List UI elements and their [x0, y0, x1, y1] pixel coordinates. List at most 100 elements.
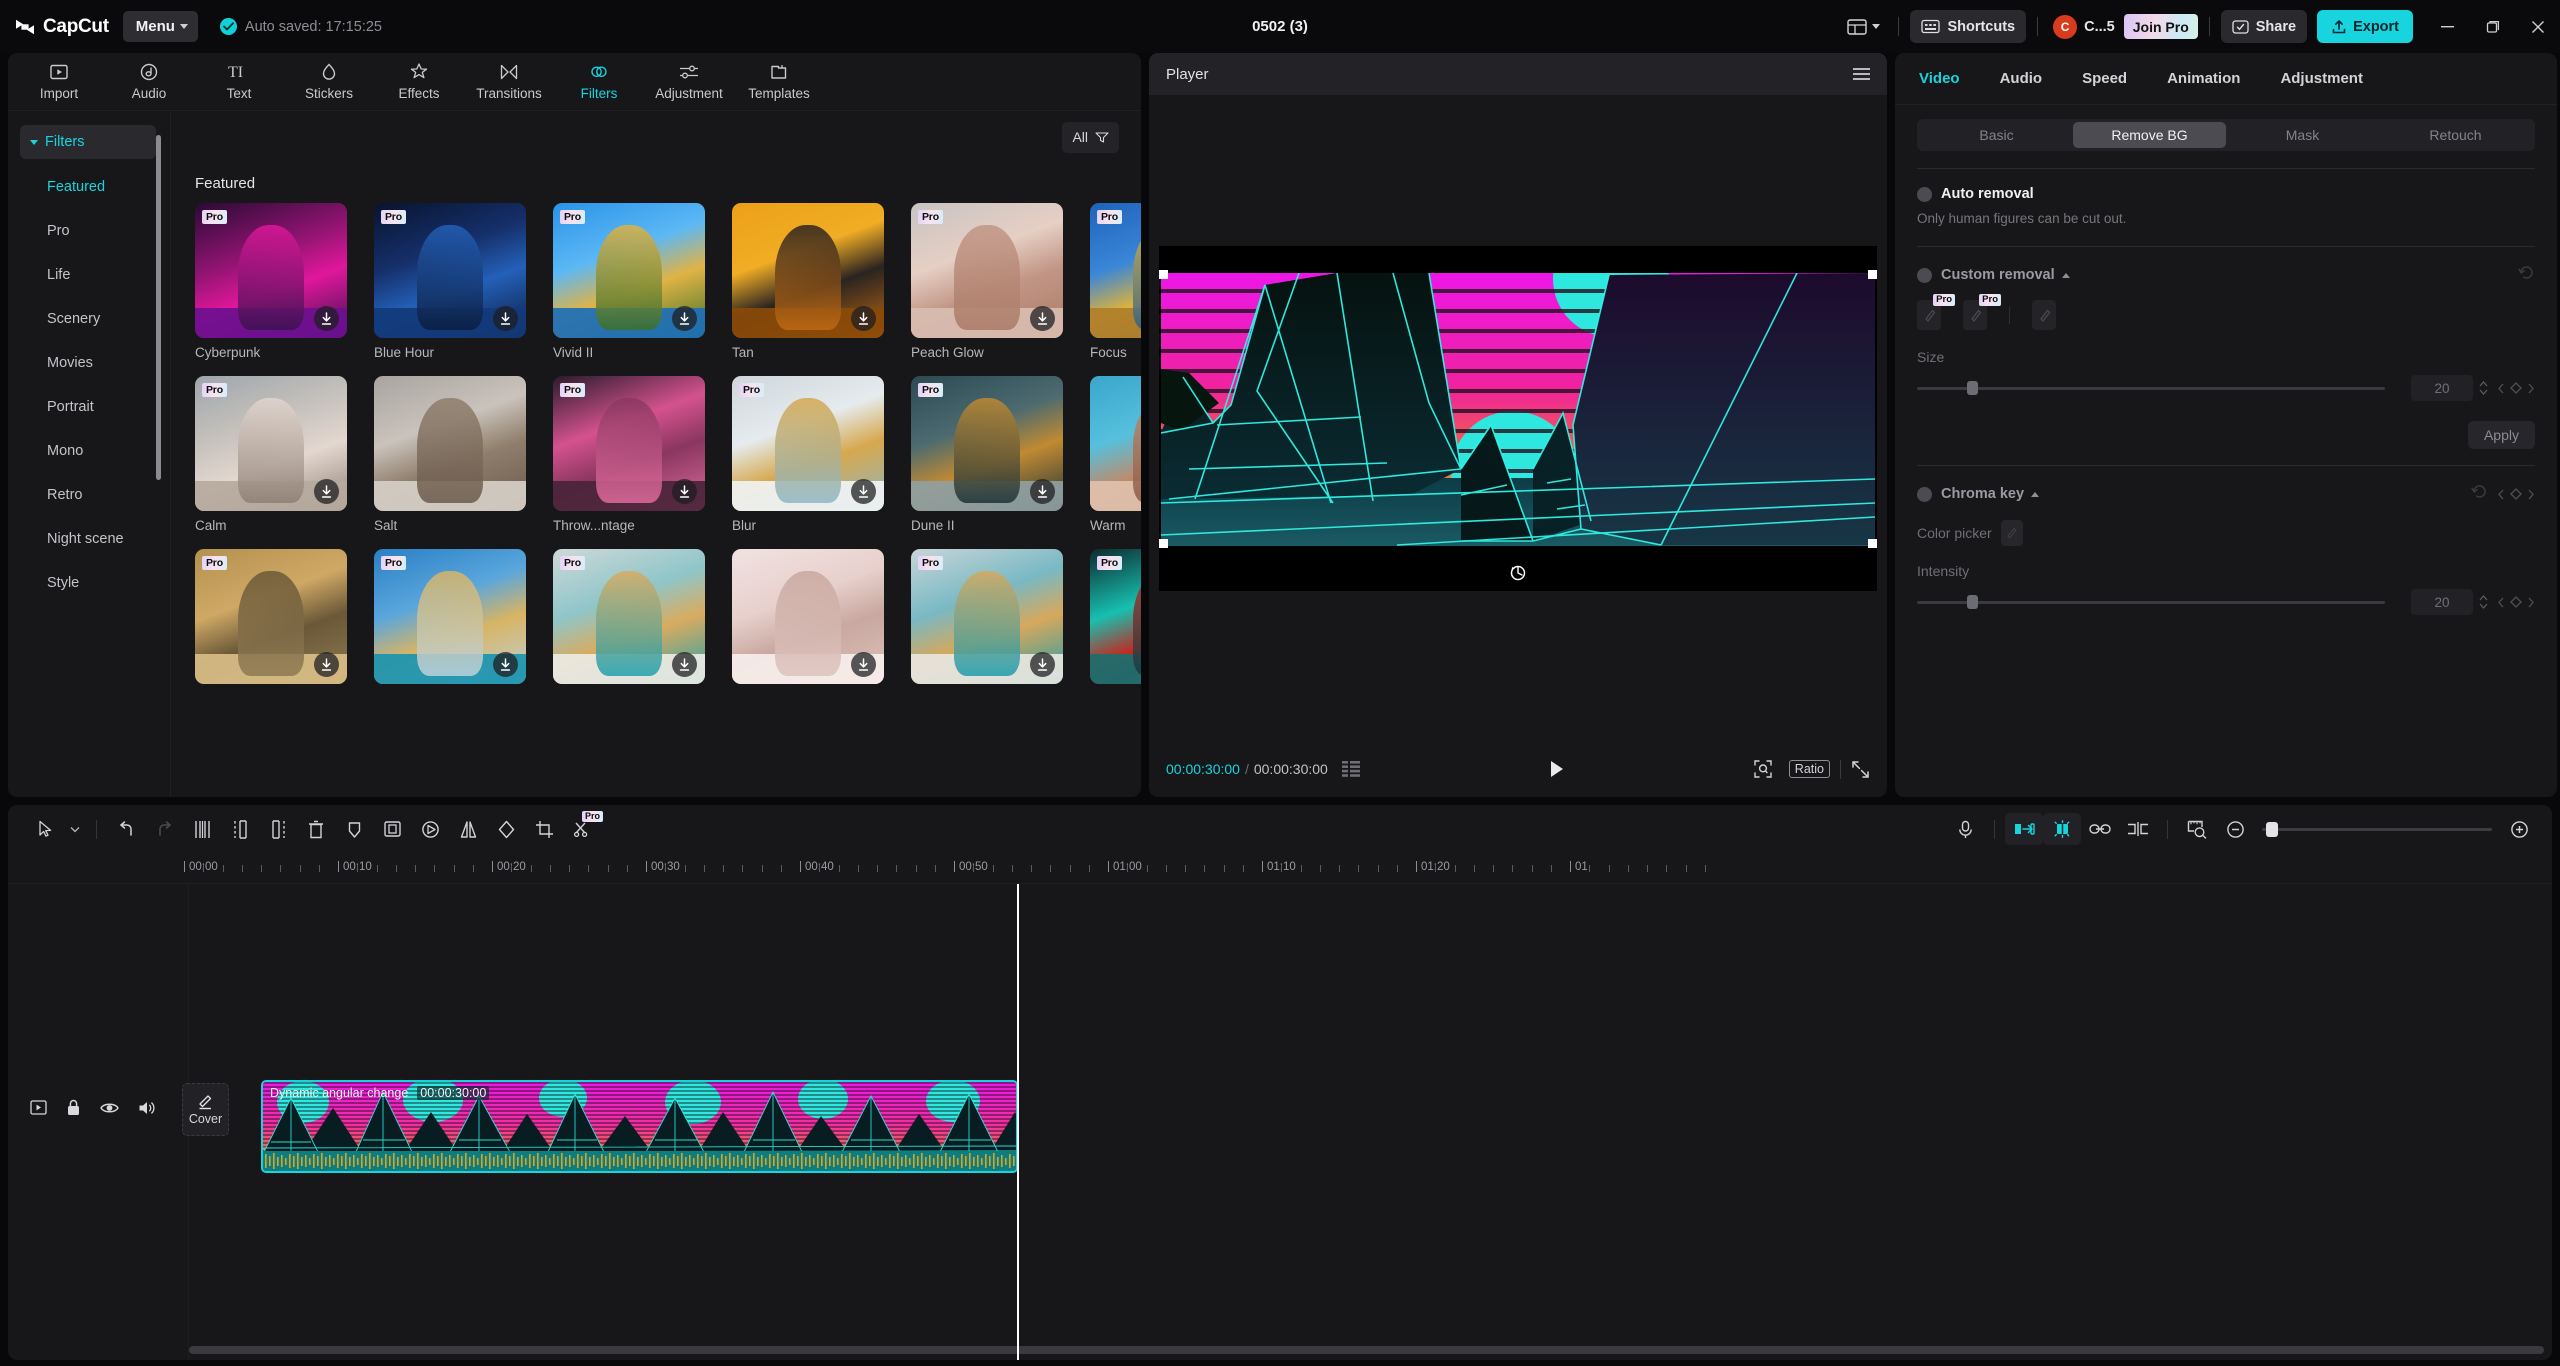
category-item-retro[interactable]: Retro	[20, 478, 171, 511]
custom-removal-toggle[interactable]	[1917, 267, 1932, 283]
color-picker-button[interactable]	[2000, 520, 2023, 546]
brush-tool-button[interactable]: Pro	[1917, 294, 1955, 330]
filter-item[interactable]: Pro	[1090, 549, 1141, 691]
tab-video[interactable]: Video	[1919, 70, 1960, 87]
playhead[interactable]	[1017, 884, 1019, 1360]
select-tool-icon[interactable]	[26, 813, 64, 845]
intensity-stepper[interactable]	[2479, 595, 2488, 609]
filter-thumbnail[interactable]	[732, 549, 884, 684]
ratio-button[interactable]: Ratio	[1788, 760, 1830, 778]
frames-icon[interactable]	[1341, 761, 1361, 777]
filter-item[interactable]: Salt	[374, 376, 526, 533]
download-icon[interactable]	[314, 479, 339, 504]
auto-cut-icon[interactable]: Pro	[563, 811, 603, 845]
category-item-movies[interactable]: Movies	[20, 346, 171, 379]
filter-item[interactable]: Pro	[374, 549, 526, 691]
trim-right-icon[interactable]	[259, 813, 297, 845]
download-icon[interactable]	[672, 479, 697, 504]
zoom-out-icon[interactable]	[2216, 813, 2254, 845]
filter-item[interactable]: Pro Focus	[1090, 203, 1141, 360]
eraser-tool-button[interactable]: Pro	[1963, 294, 2001, 330]
filter-thumbnail[interactable]: Pro	[553, 203, 705, 338]
apply-button[interactable]: Apply	[2467, 421, 2535, 449]
library-tab-stickers[interactable]: Stickers	[284, 55, 374, 109]
size-keyframe-controls[interactable]	[2497, 382, 2535, 394]
window-maximize-button[interactable]	[2470, 0, 2515, 53]
resize-handle-tl[interactable]	[1159, 269, 1168, 279]
filter-item[interactable]: Pro Calm	[195, 376, 347, 533]
subtab-remove-bg[interactable]: Remove BG	[2073, 122, 2226, 148]
filter-thumbnail[interactable]: Pro	[911, 203, 1063, 338]
library-tab-import[interactable]: Import	[14, 55, 104, 109]
download-icon[interactable]	[672, 652, 697, 677]
library-tab-transitions[interactable]: Transitions	[464, 55, 554, 109]
download-icon[interactable]	[1030, 652, 1055, 677]
join-pro-button[interactable]: Join Pro	[2123, 14, 2198, 39]
filter-item[interactable]: Pro	[911, 549, 1063, 691]
zoom-in-icon[interactable]	[2500, 813, 2538, 845]
timeline-ruler[interactable]: 00:0000:1000:2000:3000:4000:5001:0001:10…	[8, 853, 2552, 884]
auto-fill-icon[interactable]	[2005, 813, 2043, 845]
filter-item[interactable]: Tan	[732, 203, 884, 360]
filter-item[interactable]: Pro Peach Glow	[911, 203, 1063, 360]
chroma-keyframe-controls[interactable]	[2497, 488, 2535, 500]
layout-button[interactable]	[1840, 10, 1887, 43]
filter-item[interactable]: Pro	[553, 549, 705, 691]
category-scrollbar[interactable]	[156, 135, 161, 480]
filter-thumbnail[interactable]: Pro	[553, 376, 705, 511]
volume-icon[interactable]	[138, 1100, 156, 1116]
mirror-icon[interactable]	[449, 813, 487, 845]
download-icon[interactable]	[493, 652, 518, 677]
tab-audio[interactable]: Audio	[2000, 70, 2043, 87]
filter-thumbnail[interactable]: Pro	[553, 549, 705, 684]
fit-timeline-icon[interactable]	[2178, 813, 2216, 845]
filter-thumbnail[interactable]	[1090, 376, 1141, 511]
marker-icon[interactable]	[335, 813, 373, 845]
timeline-horizontal-scrollbar[interactable]	[189, 1346, 2544, 1354]
share-button[interactable]: Share	[2220, 10, 2308, 43]
timeline-clip[interactable]: Dynamic angular change 00:00:30:00	[261, 1080, 1018, 1173]
tab-animation[interactable]: Animation	[2167, 70, 2240, 87]
filter-item[interactable]: Pro Dune II	[911, 376, 1063, 533]
filter-thumbnail[interactable]: Pro	[1090, 203, 1141, 338]
zoom-slider[interactable]	[2262, 821, 2492, 837]
download-icon[interactable]	[851, 479, 876, 504]
filter-thumbnail[interactable]: Pro	[911, 376, 1063, 511]
quick-eraser-tool-button[interactable]	[2032, 300, 2056, 330]
category-item-featured[interactable]: Featured	[20, 170, 171, 203]
filter-thumbnail[interactable]: Pro	[195, 203, 347, 338]
category-header-filters[interactable]: Filters	[20, 125, 156, 159]
library-tab-templates[interactable]: Templates	[734, 55, 824, 109]
filter-item[interactable]: Pro Cyberpunk	[195, 203, 347, 360]
shortcuts-button[interactable]: Shortcuts	[1910, 10, 2027, 43]
filter-item[interactable]: Pro	[195, 549, 347, 691]
chevron-up-icon[interactable]	[2061, 272, 2070, 278]
auto-removal-toggle[interactable]	[1917, 186, 1932, 202]
resize-handle-br[interactable]	[1868, 538, 1877, 548]
filter-all-button[interactable]: All	[1062, 121, 1119, 153]
fullscreen-icon[interactable]	[1851, 760, 1870, 779]
size-slider[interactable]	[1917, 381, 2385, 395]
download-icon[interactable]	[672, 306, 697, 331]
filter-thumbnail[interactable]	[732, 203, 884, 338]
download-icon[interactable]	[314, 652, 339, 677]
voiceover-icon[interactable]	[1946, 813, 1984, 845]
cover-button[interactable]: Cover	[182, 1083, 229, 1136]
freeze-frame-icon[interactable]	[373, 813, 411, 845]
download-icon[interactable]	[851, 306, 876, 331]
filter-item[interactable]: Pro Blur	[732, 376, 884, 533]
split-icon[interactable]	[183, 813, 221, 845]
subtab-basic[interactable]: Basic	[1920, 122, 2073, 148]
smart-snap-icon[interactable]	[2043, 813, 2081, 845]
filter-thumbnail[interactable]: Pro	[195, 549, 347, 684]
slider-knob[interactable]	[1967, 381, 1978, 395]
download-icon[interactable]	[314, 306, 339, 331]
library-tab-audio[interactable]: Audio	[104, 55, 194, 109]
chevron-up-icon[interactable]	[2031, 491, 2040, 497]
hamburger-icon[interactable]	[1853, 68, 1870, 80]
category-item-pro[interactable]: Pro	[20, 214, 171, 247]
zoom-fit-icon[interactable]	[1753, 759, 1773, 779]
lock-icon[interactable]	[66, 1099, 81, 1116]
category-item-night-scene[interactable]: Night scene	[20, 522, 171, 555]
chroma-key-reset-icon[interactable]	[2471, 483, 2488, 505]
